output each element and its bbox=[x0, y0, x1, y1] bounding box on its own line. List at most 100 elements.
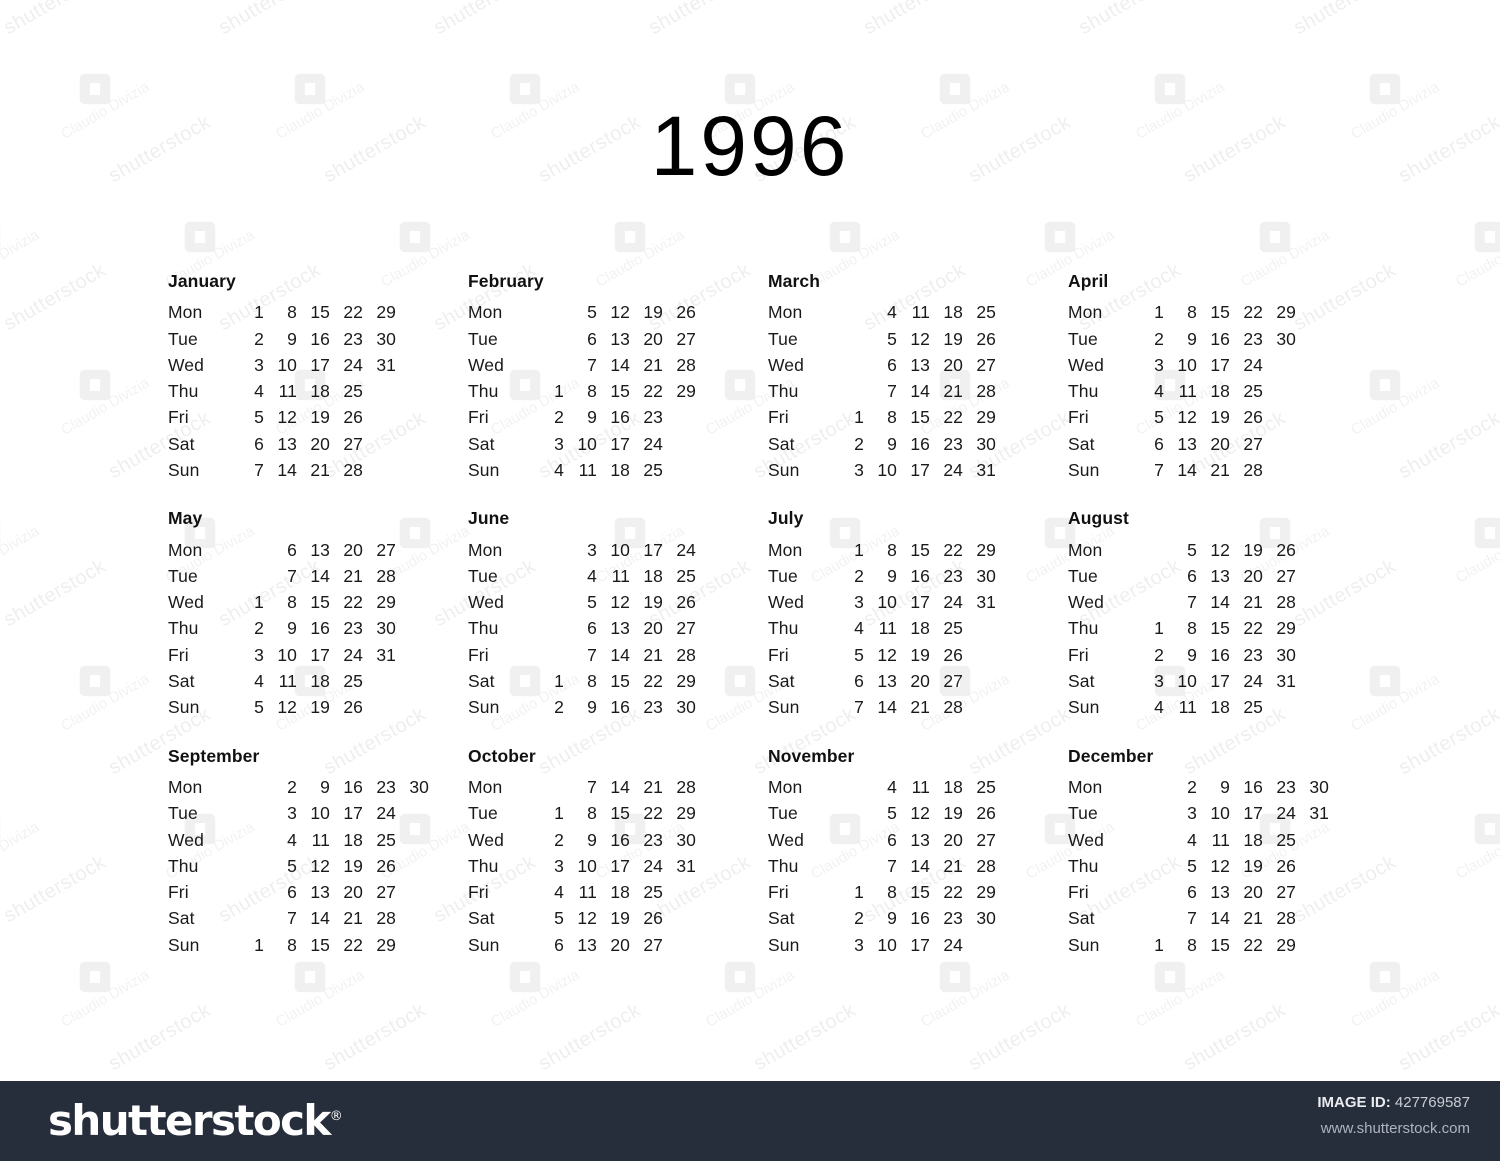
date-cell: 18 bbox=[1210, 381, 1230, 402]
day-row-sat: Sat 6 13 20 27 bbox=[1068, 431, 1368, 457]
day-row-wed: Wed 1 8 15 22 29 bbox=[168, 589, 468, 615]
date-cell: 24 bbox=[676, 539, 696, 560]
day-row-sat: Sat 1 8 15 22 29 bbox=[468, 668, 768, 694]
weekday-label: Fri bbox=[768, 644, 789, 665]
watermark-logo-icon bbox=[1153, 72, 1187, 106]
day-row-mon: Mon 1 8 15 22 29 bbox=[768, 537, 1068, 563]
watermark-author-text: Claudio Divizia bbox=[0, 522, 43, 586]
date-cell: 13 bbox=[610, 328, 630, 349]
date-cell: 18 bbox=[943, 776, 963, 797]
date-cell: 17 bbox=[643, 539, 663, 560]
date-cell: 14 bbox=[877, 697, 897, 718]
date-cell: 23 bbox=[643, 829, 663, 850]
day-row-thu: Thu 1 8 15 22 29 bbox=[1068, 615, 1368, 641]
weekday-label: Thu bbox=[468, 618, 499, 639]
date-cell: 3 bbox=[1154, 671, 1164, 692]
date-cell: 4 bbox=[1187, 829, 1197, 850]
month-block-november: November Mon 4 11 18 25 Tue 5 12 19 26 Wed 6 13 20 27 Th… bbox=[768, 746, 1068, 958]
day-row-thu: Thu 5 12 19 26 bbox=[1068, 853, 1368, 879]
month-row: September Mon 2 9 16 23 30 Tue 3 10 17 24 Wed 4 11 18 25… bbox=[168, 746, 1368, 958]
date-cell: 6 bbox=[887, 829, 897, 850]
date-cell: 18 bbox=[610, 882, 630, 903]
date-cell: 24 bbox=[376, 803, 396, 824]
watermark-brand-text: shutterstock bbox=[1075, 0, 1185, 40]
weekday-label: Fri bbox=[168, 644, 189, 665]
date-cell: 7 bbox=[287, 565, 297, 586]
date-cell: 28 bbox=[343, 460, 363, 481]
day-row-wed: Wed 3 10 17 24 bbox=[1068, 352, 1368, 378]
day-row-sat: Sat 2 9 16 23 30 bbox=[768, 905, 1068, 931]
date-cell: 25 bbox=[976, 776, 996, 797]
date-cell: 9 bbox=[320, 776, 330, 797]
day-row-wed: Wed 6 13 20 27 bbox=[768, 827, 1068, 853]
date-cell: 5 bbox=[554, 908, 564, 929]
date-cell: 20 bbox=[1243, 882, 1263, 903]
weekday-label: Thu bbox=[168, 618, 199, 639]
date-cell: 12 bbox=[577, 908, 597, 929]
date-cell: 27 bbox=[976, 354, 996, 375]
date-cell: 8 bbox=[287, 592, 297, 613]
watermark-brand-text: shutterstock bbox=[1395, 407, 1500, 484]
date-cell: 25 bbox=[1276, 829, 1296, 850]
date-cell: 24 bbox=[943, 934, 963, 955]
date-cell: 15 bbox=[1210, 934, 1230, 955]
date-cell: 20 bbox=[943, 829, 963, 850]
date-cell: 26 bbox=[343, 697, 363, 718]
date-cell: 26 bbox=[676, 302, 696, 323]
day-row-mon: Mon 4 11 18 25 bbox=[768, 299, 1068, 325]
date-cell: 5 bbox=[1187, 855, 1197, 876]
date-cell: 4 bbox=[1154, 697, 1164, 718]
date-cell: 21 bbox=[310, 460, 330, 481]
date-cell: 25 bbox=[943, 618, 963, 639]
date-cell: 22 bbox=[643, 381, 663, 402]
watermark-author-text: Claudio Divizia bbox=[0, 226, 43, 290]
day-row-tue: Tue 5 12 19 26 bbox=[768, 800, 1068, 826]
weekday-label: Thu bbox=[768, 381, 799, 402]
weekday-label: Tue bbox=[768, 565, 798, 586]
date-cell: 18 bbox=[343, 829, 363, 850]
date-cell: 10 bbox=[877, 934, 897, 955]
page-title: 1996 bbox=[650, 99, 850, 193]
date-cell: 21 bbox=[643, 776, 663, 797]
date-cell: 20 bbox=[1243, 565, 1263, 586]
date-cell: 4 bbox=[887, 302, 897, 323]
watermark-brand-text: shutterstock bbox=[0, 851, 110, 928]
date-cell: 5 bbox=[887, 803, 897, 824]
date-cell: 29 bbox=[676, 671, 696, 692]
date-cell: 24 bbox=[943, 592, 963, 613]
watermark-brand-text: shutterstock bbox=[430, 0, 540, 40]
watermark-logo-icon bbox=[78, 368, 112, 402]
date-cell: 14 bbox=[277, 460, 297, 481]
date-cell: 30 bbox=[376, 618, 396, 639]
day-row-fri: Fri 5 12 19 26 bbox=[768, 642, 1068, 668]
date-cell: 30 bbox=[1276, 328, 1296, 349]
date-cell: 26 bbox=[643, 908, 663, 929]
date-cell: 10 bbox=[577, 433, 597, 454]
day-row-tue: Tue 2 9 16 23 30 bbox=[1068, 326, 1368, 352]
weekday-label: Wed bbox=[168, 592, 204, 613]
watermark-brand-text: shutterstock bbox=[750, 999, 860, 1076]
date-cell: 26 bbox=[343, 407, 363, 428]
day-row-thu: Thu 2 9 16 23 30 bbox=[168, 615, 468, 641]
day-row-thu: Thu 6 13 20 27 bbox=[468, 615, 768, 641]
date-cell: 2 bbox=[554, 407, 564, 428]
date-cell: 13 bbox=[1177, 433, 1197, 454]
weekday-label: Mon bbox=[168, 539, 203, 560]
date-cell: 15 bbox=[310, 592, 330, 613]
date-cell: 12 bbox=[610, 302, 630, 323]
date-cell: 16 bbox=[610, 829, 630, 850]
date-cell: 16 bbox=[1243, 776, 1263, 797]
date-cell: 6 bbox=[587, 618, 597, 639]
date-cell: 27 bbox=[676, 618, 696, 639]
date-cell: 22 bbox=[1243, 934, 1263, 955]
month-block-december: December Mon 2 9 16 23 30 Tue 3 10 17 24 31 Wed 4 11 18 2… bbox=[1068, 746, 1368, 958]
month-name: February bbox=[468, 271, 544, 291]
date-cell: 25 bbox=[676, 565, 696, 586]
date-cell: 29 bbox=[376, 592, 396, 613]
date-cell: 19 bbox=[1243, 539, 1263, 560]
date-cell: 28 bbox=[676, 354, 696, 375]
watermark-logo-icon bbox=[78, 960, 112, 994]
date-cell: 1 bbox=[854, 539, 864, 560]
date-cell: 17 bbox=[610, 855, 630, 876]
watermark-logo-icon bbox=[613, 220, 647, 254]
